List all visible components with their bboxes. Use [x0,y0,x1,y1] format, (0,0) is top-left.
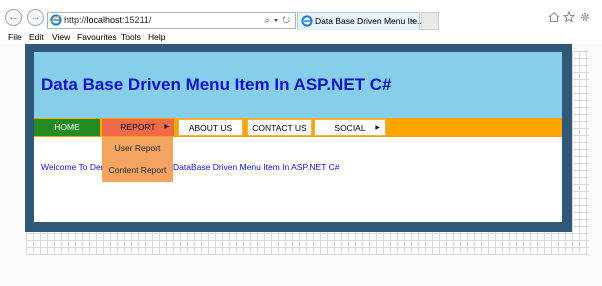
menu-file[interactable]: File [8,32,22,43]
menu-favourites[interactable]: Favourites [77,32,117,43]
submenu-arrow-icon: ▶ [375,125,380,131]
back-arrow-icon: ← [8,11,19,23]
forward-button[interactable]: → [27,9,44,26]
nav-about-us[interactable]: ABOUT US [178,119,243,136]
page-viewport: Data Base Driven Menu Item In ASP.NET C#… [0,44,602,286]
nav-social-label: SOCIAL [334,123,366,133]
search-refresh-icon[interactable]: ⌕ ▾ ↻ [265,14,291,27]
welcome-text: Welcome To Der [41,162,104,172]
menu-view[interactable]: View [52,32,70,43]
close-tab-icon[interactable]: × [410,15,415,28]
nav-report-label: REPORT [120,122,156,132]
submenu-arrow-icon: ▶ [164,124,169,130]
page-container: Data Base Driven Menu Item In ASP.NET C#… [34,52,562,222]
nav-social[interactable]: SOCIAL ▶ [314,119,386,136]
browser-menu-bar: File Edit View Favourites Tools Help [0,31,602,44]
browser-toolbar: ← → http://localhost:15211/ ⌕ ▾ ↻ Data B… [0,0,602,31]
welcome-text-tail: DataBase Driven Menu Item In ASP.NET C# [173,162,340,172]
submenu-content-report[interactable]: Content Report [102,159,173,181]
forward-arrow-icon: → [30,11,41,23]
nav-home[interactable]: HOME [34,119,100,136]
report-submenu: User Report Content Report [102,137,173,182]
nav-menu: HOME REPORT ▶ ABOUT US CONTACT US SOCIAL… [34,118,562,137]
gear-icon[interactable] [579,11,591,23]
tab-title: Data Base Driven Menu Ite... [315,16,425,26]
header-banner: Data Base Driven Menu Item In ASP.NET C# [34,52,562,118]
tab-favicon-icon [301,15,313,27]
browser-tab[interactable]: Data Base Driven Menu Ite... × [297,12,424,30]
home-icon[interactable] [548,11,560,23]
star-icon[interactable] [563,11,575,23]
new-tab-button[interactable] [421,12,439,30]
menu-help[interactable]: Help [148,32,165,43]
menu-tools[interactable]: Tools [121,32,141,43]
menu-edit[interactable]: Edit [29,32,44,43]
url-text: http://localhost:15211/ [64,15,152,25]
address-bar[interactable]: http://localhost:15211/ ⌕ ▾ ↻ [47,12,296,29]
page-title: Data Base Driven Menu Item In ASP.NET C# [41,75,392,94]
back-button[interactable]: ← [5,9,22,26]
nav-report[interactable]: REPORT ▶ [102,119,174,136]
nav-contact-us[interactable]: CONTACT US [247,119,312,136]
ie-logo-icon [50,14,62,26]
page-frame: Data Base Driven Menu Item In ASP.NET C#… [25,44,572,232]
submenu-user-report[interactable]: User Report [102,137,173,159]
